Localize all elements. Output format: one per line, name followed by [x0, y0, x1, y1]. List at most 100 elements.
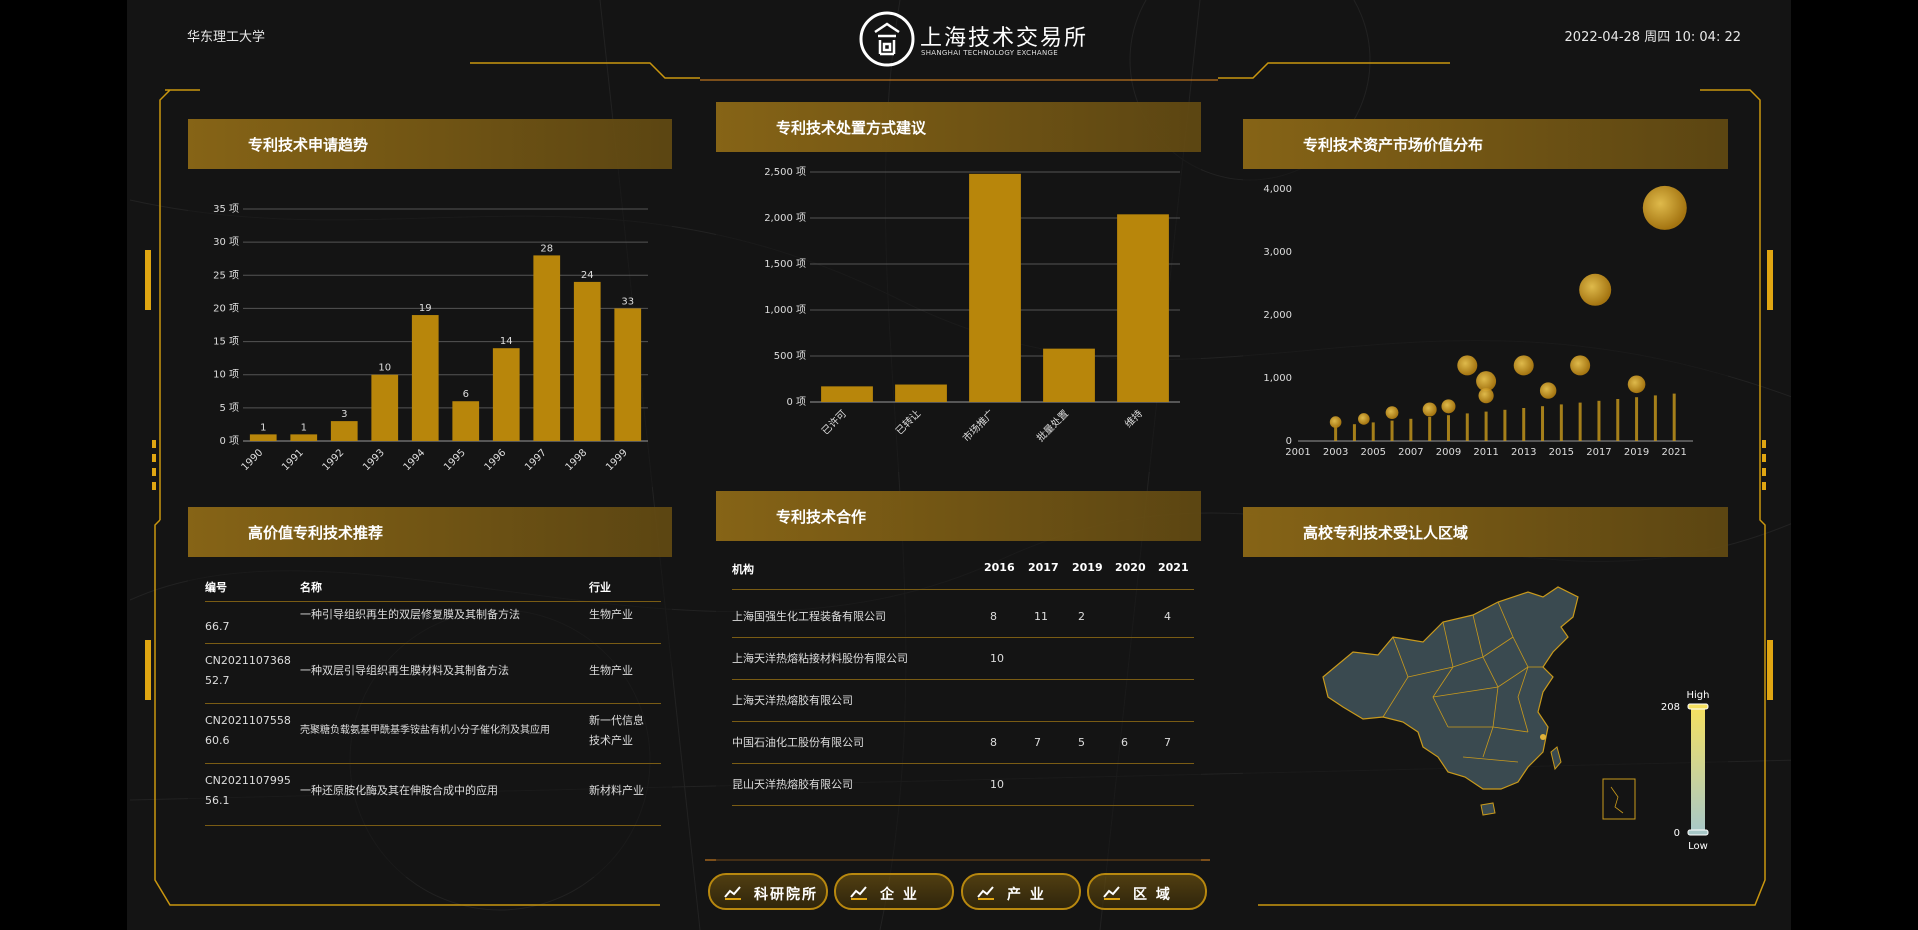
panel-header: 专利技术合作	[716, 491, 1201, 541]
trend-icon	[724, 886, 741, 900]
x-tick-label: 2003	[1323, 447, 1348, 458]
legend-high-label: High	[1687, 690, 1710, 701]
table-header-org: 机构	[732, 563, 754, 576]
x-tick-label: 已许可	[819, 408, 849, 438]
patent-industry: 生物产业	[589, 664, 633, 677]
panel-header: 高价值专利技术推荐	[188, 507, 672, 557]
y-tick-label: 10 项	[213, 369, 239, 381]
org-name: 上海天洋热熔胶有限公司	[732, 694, 853, 707]
year-count: 7	[1164, 736, 1171, 749]
value-column	[1352, 424, 1356, 441]
x-tick-label: 1993	[361, 447, 387, 473]
value-bubble	[1627, 375, 1646, 394]
logo[interactable]: 上海技术交易所 SHANGHAI TECHNOLOGY EXCHANGE	[858, 8, 1086, 68]
year-count: 8	[990, 736, 997, 749]
panel-value-distribution: 专利技术资产市场价值分布 0 1,000 2,000 3,000 4,000 2001 20…	[1243, 119, 1728, 487]
table-row[interactable]: 上海天洋热熔胶有限公司	[732, 681, 1194, 721]
table-row[interactable]: CN2021107368 52.7 一种双层引导组织再生膜材料及其制备方法 生物…	[205, 649, 661, 705]
bar	[411, 315, 439, 441]
bar	[452, 401, 480, 441]
value-column	[1559, 404, 1563, 441]
panel-header: 专利技术资产市场价值分布	[1243, 119, 1728, 169]
value-bubble	[1385, 406, 1399, 420]
year-count: 5	[1078, 736, 1085, 749]
y-tick-label: 5 项	[219, 402, 239, 414]
nav-button-research[interactable]: 科研院所	[708, 873, 828, 910]
table-row[interactable]: CN2021107558 60.6 壳聚糖负载氨基甲酰基季铵盐有机小分子催化剂及…	[205, 709, 661, 765]
y-tick-label: 2,000	[1263, 310, 1292, 321]
y-tick-label: 1,000	[1263, 373, 1292, 384]
bar	[895, 384, 947, 402]
value-column	[1371, 422, 1375, 441]
patent-industry: 新材料产业	[589, 784, 644, 797]
y-tick-label: 4,000	[1263, 184, 1292, 195]
divider	[732, 637, 1194, 638]
patent-industry: 新一代信息 技术产业	[589, 714, 644, 747]
x-tick-label: 2005	[1361, 447, 1386, 458]
disposal-bar-chart: 0 项 500 项 1,000 项 1,500 项 2,000 项 2,500 项已许可 已…	[764, 166, 1180, 444]
value-bubble	[1579, 273, 1612, 306]
bar	[290, 434, 318, 441]
nav-button-region[interactable]: 区 域	[1087, 873, 1207, 910]
value-column	[1503, 409, 1507, 441]
y-tick-label: 0	[1286, 436, 1292, 447]
legend-handle-low	[1687, 829, 1709, 836]
panel-header: 高校专利技术受让人区域	[1243, 507, 1728, 557]
table-row[interactable]: 上海国强生化工程装备有限公司 8 11 2 4	[732, 597, 1194, 637]
patent-name: 一种还原胺化酶及其在伸胺合成中的应用	[300, 784, 498, 797]
x-tick-label: 2021	[1661, 447, 1686, 458]
legend-max-value: 208	[1661, 702, 1680, 713]
x-tick-label: 2007	[1398, 447, 1423, 458]
data-label: 3	[341, 409, 347, 420]
x-tick-label: 批量处置	[1034, 407, 1071, 444]
panel-title: 专利技术合作	[776, 508, 867, 526]
value-bubble	[1457, 355, 1478, 376]
bar	[821, 386, 873, 402]
x-tick-label: 1994	[402, 447, 428, 473]
year-count: 4	[1164, 610, 1171, 623]
y-tick-label: 15 项	[213, 336, 239, 348]
panel-disposal: 专利技术处置方式建议 0 项 500 项 1,000 项 1,500 项 2,000 项…	[716, 102, 1201, 472]
x-tick-label: 1996	[483, 447, 509, 473]
table-row[interactable]: 上海天洋热熔粘接材料股份有限公司 10	[732, 639, 1194, 679]
value-column	[1409, 418, 1413, 441]
nav-button-enterprise[interactable]: 企 业	[834, 873, 954, 910]
x-tick-label: 1992	[321, 447, 347, 473]
divider	[205, 643, 661, 644]
table-row[interactable]: CN2021107995 56.1 一种还原胺化酶及其在伸胺合成中的应用 新材料…	[205, 769, 661, 825]
panel-recommend: 高价值专利技术推荐 编号 名称 行业 66.7 一种引导组织再生的双层修复膜及其…	[188, 507, 672, 877]
value-column	[1616, 399, 1620, 441]
legend-gradient	[1691, 707, 1705, 832]
panel-header: 专利技术处置方式建议	[716, 102, 1201, 152]
y-tick-label: 500 项	[774, 350, 806, 362]
trend-icon	[1103, 886, 1120, 900]
org-name: 上海天洋热熔粘接材料股份有限公司	[732, 652, 908, 665]
patent-id: CN2021107995 56.1	[205, 774, 291, 807]
y-tick-label: 20 项	[213, 302, 239, 314]
table-header-2017: 2017	[1028, 561, 1059, 574]
table-row[interactable]: 中国石油化工股份有限公司 8 7 5 6 7	[732, 723, 1194, 763]
y-tick-label: 30 项	[213, 236, 239, 248]
nav-label: 产 业	[1007, 887, 1046, 903]
map-region-taiwan	[1550, 746, 1562, 771]
panel-cooperation: 专利技术合作 机构 2016 2017 2019 2020 2021 上海国强生…	[716, 491, 1201, 877]
nav-button-industry[interactable]: 产 业	[961, 873, 1081, 910]
y-tick-label: 35 项	[213, 203, 239, 215]
year-count: 10	[990, 652, 1004, 665]
nav-label: 区 域	[1133, 887, 1172, 903]
x-tick-label: 2011	[1473, 447, 1498, 458]
bar	[492, 348, 520, 441]
logo-emblem-icon	[859, 11, 915, 67]
patent-name: 一种引导组织再生的双层修复膜及其制备方法	[300, 608, 520, 621]
table-row[interactable]: 昆山天洋热熔胶有限公司 10	[732, 765, 1194, 805]
logo-subtitle: SHANGHAI TECHNOLOGY EXCHANGE	[921, 49, 1058, 57]
table-header-2020: 2020	[1115, 561, 1146, 574]
value-column	[1635, 397, 1639, 441]
value-column	[1428, 417, 1432, 441]
org-name: 中国石油化工股份有限公司	[732, 736, 864, 749]
china-map[interactable]: High Low 208 0	[1243, 557, 1728, 877]
value-bubble	[1642, 185, 1687, 230]
x-tick-label: 2013	[1511, 447, 1536, 458]
panel-title: 高校专利技术受让人区域	[1303, 524, 1469, 542]
divider	[205, 601, 661, 602]
